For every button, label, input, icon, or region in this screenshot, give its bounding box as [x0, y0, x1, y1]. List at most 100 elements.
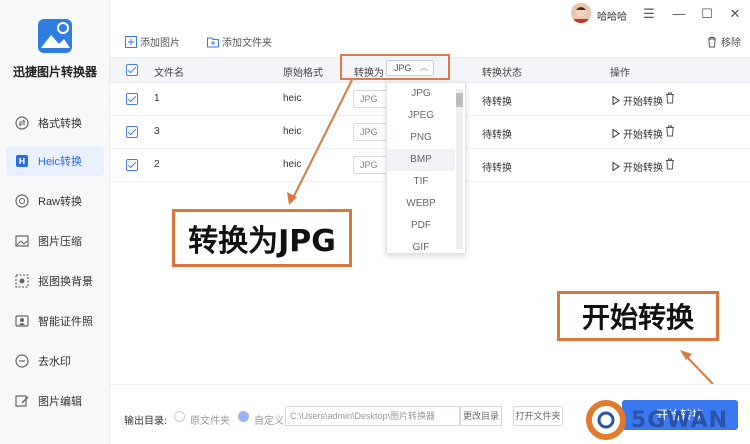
open-folder-button[interactable]: 打开文件夹 — [513, 406, 563, 426]
toolbar: 添加图片 添加文件夹 移除 — [110, 30, 750, 54]
row-checkbox[interactable] — [126, 93, 138, 105]
sidebar-item-image-edit[interactable]: 图片编辑 — [6, 386, 104, 416]
image-compress-icon — [14, 233, 30, 249]
watermark-text: 5GWAN — [631, 407, 729, 433]
cutout-icon — [14, 273, 30, 289]
dropdown-option-tif[interactable]: TIF — [387, 171, 455, 193]
add-image-icon — [125, 35, 137, 48]
start-convert-link[interactable]: 开始转换 — [612, 126, 663, 141]
sidebar-item-remove-watermark[interactable]: 去水印 — [6, 346, 104, 376]
dropdown-option-bmp[interactable]: BMP — [387, 149, 455, 171]
start-convert-label: 开始转换 — [623, 130, 663, 141]
chevron-up-icon: ︿ — [420, 63, 428, 72]
change-dir-button[interactable]: 更改目录 — [460, 406, 502, 426]
select-all-checkbox[interactable] — [126, 64, 138, 76]
format-dropdown: JPG JPEG PNG BMP TIF WEBP PDF GIF — [386, 82, 466, 254]
callout-start-convert: 开始转换 — [557, 291, 719, 341]
trash-icon — [706, 36, 718, 48]
sidebar-item-label: Heic转换 — [38, 156, 83, 168]
dropdown-option-pdf[interactable]: PDF — [387, 215, 455, 237]
remove-button[interactable]: 移除 — [706, 34, 741, 49]
sidebar-item-label: 格式转换 — [38, 118, 82, 130]
title-bar: 哈哈哈 ☰ — ☐ ✕ — [110, 0, 750, 28]
watermark-remove-icon — [14, 353, 30, 369]
minimize-button[interactable]: — — [670, 5, 688, 23]
start-convert-link[interactable]: 开始转换 — [612, 93, 663, 108]
sidebar-item-label: 图片编辑 — [38, 396, 82, 408]
menu-icon[interactable]: ☰ — [640, 5, 658, 23]
remove-label: 移除 — [721, 38, 741, 49]
row-format-select[interactable]: JPG — [353, 123, 389, 141]
dropdown-option-gif[interactable]: GIF — [387, 237, 455, 253]
sidebar-item-label: 图片压缩 — [38, 236, 82, 248]
sidebar-item-label: 抠图换背景 — [38, 276, 93, 288]
image-edit-icon — [14, 393, 30, 409]
dropdown-option-png[interactable]: PNG — [387, 127, 455, 149]
file-name: 2 — [154, 159, 160, 170]
row-checkbox[interactable] — [126, 159, 138, 171]
dropdown-scrollbar[interactable] — [456, 89, 463, 249]
sidebar-item-raw-convert[interactable]: Raw转换 — [6, 186, 104, 216]
sidebar-item-format-convert[interactable]: 格式转换 — [6, 108, 104, 138]
status-text: 待转换 — [482, 130, 512, 141]
callout-convert-to-jpg: 转换为JPG — [172, 209, 352, 267]
add-image-button[interactable]: 添加图片 — [125, 34, 180, 49]
batch-format-value: JPG — [394, 63, 412, 73]
avatar[interactable] — [571, 3, 591, 23]
batch-format-select[interactable]: JPG ︿ — [386, 60, 434, 76]
id-photo-icon — [14, 313, 30, 329]
close-button[interactable]: ✕ — [726, 5, 744, 23]
radio-custom-folder[interactable] — [238, 411, 249, 422]
arrow-head-convert — [287, 192, 297, 205]
original-format: heic — [283, 159, 302, 170]
delete-row-icon[interactable] — [665, 158, 675, 170]
original-format: heic — [283, 93, 302, 104]
status-text: 待转换 — [482, 163, 512, 174]
original-folder-label: 原文件夹 — [190, 416, 230, 427]
dropdown-option-jpg[interactable]: JPG — [387, 83, 455, 105]
play-icon — [612, 162, 620, 171]
column-header-filename: 文件名 — [154, 68, 184, 79]
status-text: 待转换 — [482, 97, 512, 108]
file-name: 1 — [154, 93, 160, 104]
output-dir-label: 输出目录: — [124, 416, 167, 427]
play-icon — [612, 129, 620, 138]
username[interactable]: 哈哈哈 — [597, 8, 627, 23]
start-convert-label: 开始转换 — [623, 163, 663, 174]
add-folder-button[interactable]: 添加文件夹 — [207, 34, 272, 49]
add-folder-label: 添加文件夹 — [222, 38, 272, 49]
maximize-button[interactable]: ☐ — [698, 5, 716, 23]
start-convert-link[interactable]: 开始转换 — [612, 159, 663, 174]
start-convert-label: 开始转换 — [623, 97, 663, 108]
sidebar-item-heic-convert[interactable]: H Heic转换 — [6, 146, 104, 176]
arrow-head-start — [680, 350, 692, 360]
sidebar-item-label: Raw转换 — [38, 196, 83, 208]
row-checkbox[interactable] — [126, 126, 138, 138]
sidebar-item-id-photo[interactable]: 智能证件照 — [6, 306, 104, 336]
heic-icon: H — [14, 153, 30, 169]
row-format-select[interactable]: JPG — [353, 90, 389, 108]
swap-icon — [14, 115, 30, 131]
custom-folder-label: 自定义 — [254, 416, 284, 427]
scrollbar-thumb[interactable] — [456, 93, 463, 107]
raw-icon — [14, 193, 30, 209]
delete-row-icon[interactable] — [665, 92, 675, 104]
sidebar-item-image-compress[interactable]: 图片压缩 — [6, 226, 104, 256]
delete-row-icon[interactable] — [665, 125, 675, 137]
watermark: 5GWAN — [585, 396, 750, 444]
dropdown-option-webp[interactable]: WEBP — [387, 193, 455, 215]
dropdown-option-jpeg[interactable]: JPEG — [387, 105, 455, 127]
column-header-status: 转换状态 — [482, 68, 522, 79]
add-folder-icon — [207, 36, 219, 48]
play-icon — [612, 96, 620, 105]
sidebar-item-label: 智能证件照 — [38, 316, 93, 328]
row-format-select[interactable]: JPG — [353, 156, 389, 174]
column-header-original-format: 原始格式 — [283, 68, 323, 79]
svg-text:H: H — [19, 157, 26, 166]
radio-original-folder[interactable] — [174, 411, 185, 422]
sidebar-item-label: 去水印 — [38, 356, 71, 368]
app-logo-icon — [37, 18, 73, 54]
output-path-input[interactable]: C:\Users\admin\Desktop\图片转换器 — [285, 406, 460, 426]
sidebar-item-cutout[interactable]: 抠图换背景 — [6, 266, 104, 296]
column-header-action: 操作 — [610, 68, 630, 79]
